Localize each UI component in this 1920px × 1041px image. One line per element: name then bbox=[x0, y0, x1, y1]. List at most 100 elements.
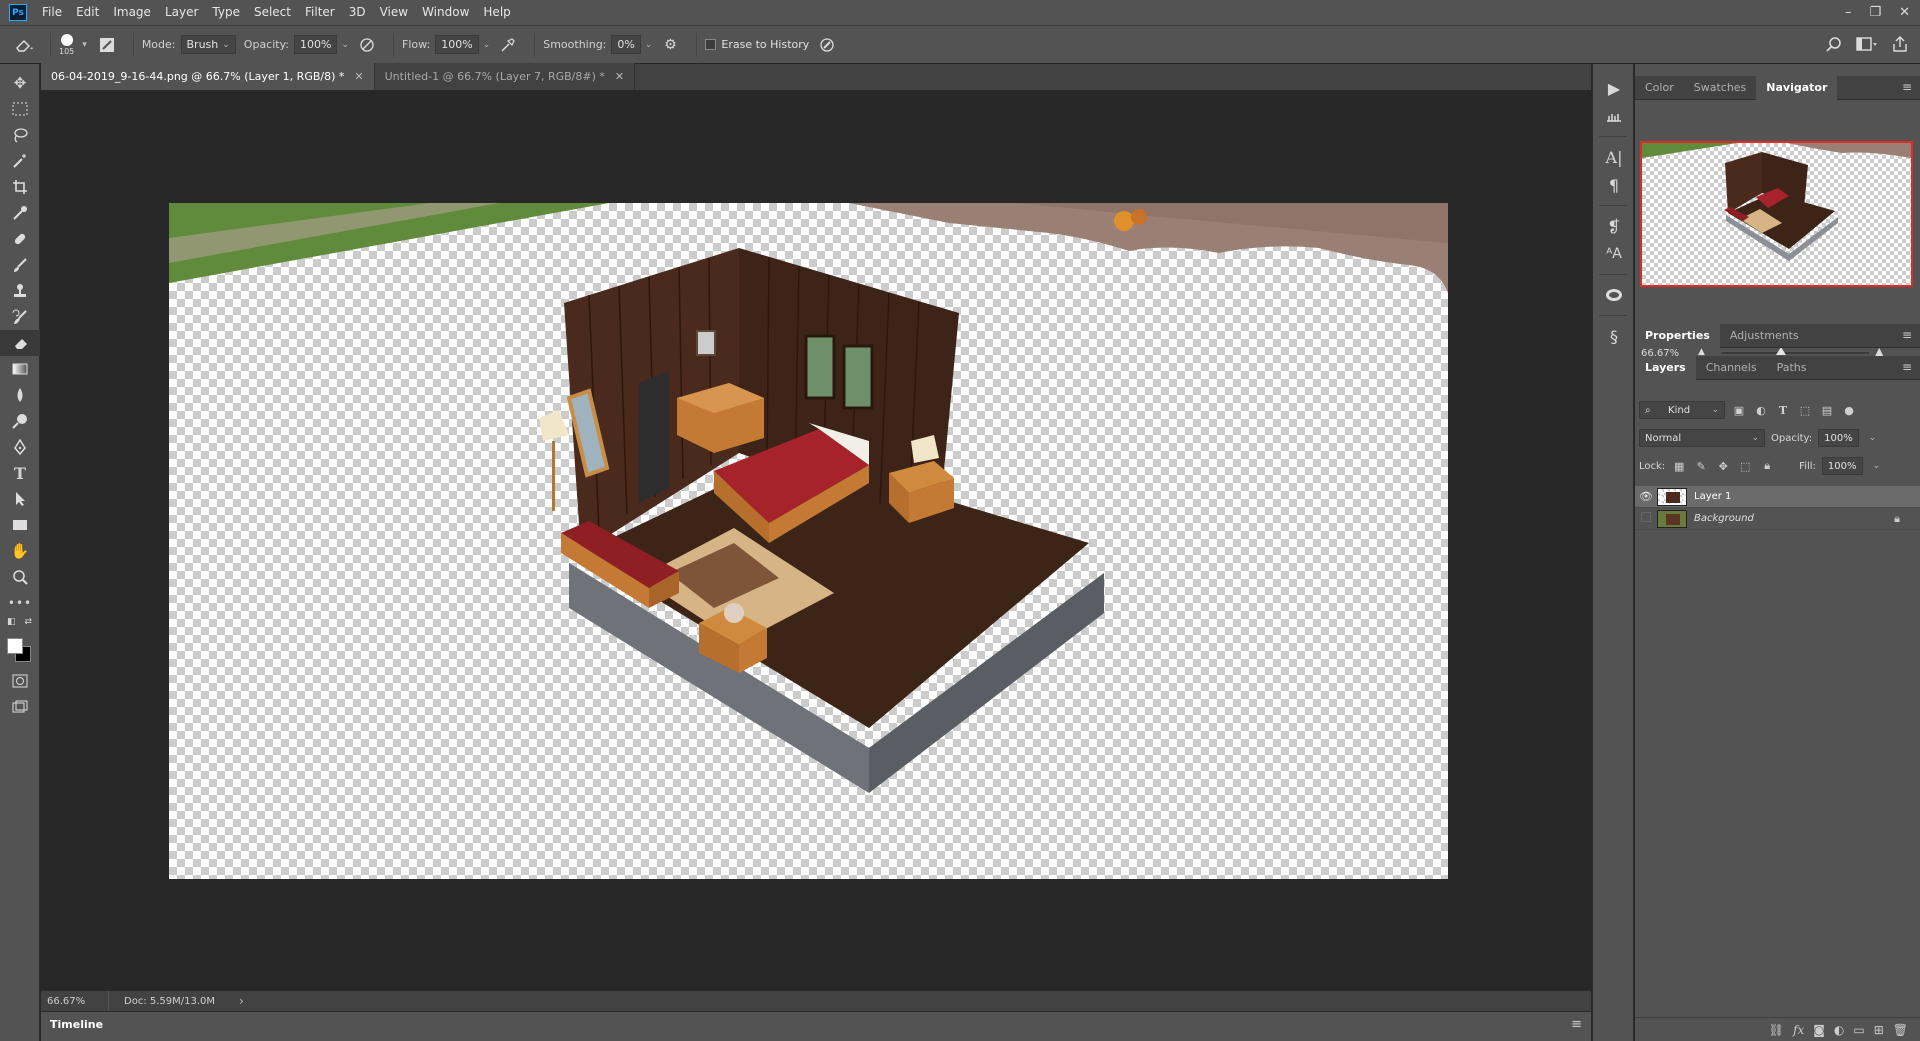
tab-adjustments[interactable]: Adjustments bbox=[1720, 324, 1809, 348]
lock-artboard-icon[interactable]: ⬚ bbox=[1737, 460, 1753, 473]
airbrush-icon[interactable] bbox=[498, 35, 518, 55]
timeline-menu-icon[interactable]: ≡ bbox=[1571, 1017, 1582, 1032]
filter-pixel-icon[interactable]: ▣ bbox=[1731, 404, 1747, 417]
clone-stamp-tool-icon[interactable] bbox=[0, 278, 40, 304]
opacity-dropdown-icon[interactable]: ⌄ bbox=[341, 40, 349, 50]
actions-play-icon[interactable]: ▶ bbox=[1593, 74, 1635, 102]
tab-properties[interactable]: Properties bbox=[1635, 323, 1720, 348]
screen-mode-icon[interactable] bbox=[0, 694, 40, 720]
smoothing-input[interactable]: 0% bbox=[611, 35, 641, 54]
lock-all-icon[interactable]: 🔒︎ bbox=[1759, 459, 1775, 473]
layer-name[interactable]: Layer 1 bbox=[1694, 491, 1731, 502]
restore-button[interactable]: ❐ bbox=[1869, 5, 1881, 20]
menu-image[interactable]: Image bbox=[106, 0, 158, 25]
pen-tool-icon[interactable] bbox=[0, 434, 40, 460]
erase-to-history-toggle[interactable]: Erase to History bbox=[705, 38, 809, 51]
filter-type-icon[interactable]: T bbox=[1775, 404, 1791, 417]
tab-paths[interactable]: Paths bbox=[1767, 356, 1817, 380]
glyphs-icon[interactable]: § bbox=[1593, 322, 1635, 350]
pressure-opacity-icon[interactable] bbox=[357, 35, 377, 55]
layer-style-fx-icon[interactable]: fx bbox=[1793, 1023, 1804, 1037]
lasso-tool-icon[interactable] bbox=[0, 122, 40, 148]
lock-transparent-icon[interactable]: ▦ bbox=[1671, 460, 1687, 473]
canvas-workspace[interactable] bbox=[41, 92, 1591, 990]
photoshop-logo[interactable]: Ps bbox=[9, 4, 27, 21]
layer-visibility-eye-icon[interactable]: 👁︎ bbox=[1635, 490, 1657, 503]
add-mask-icon[interactable]: ◙ bbox=[1813, 1023, 1825, 1037]
minimize-button[interactable]: – bbox=[1845, 5, 1852, 20]
layer-row-layer-1[interactable]: 👁︎ Layer 1 bbox=[1635, 486, 1920, 508]
zoom-level-field[interactable]: 66.67% bbox=[41, 990, 109, 1012]
close-tab-icon[interactable]: ✕ bbox=[354, 70, 363, 83]
eyedropper-tool-icon[interactable] bbox=[0, 200, 40, 226]
link-layers-icon[interactable]: ⛓︎ bbox=[1769, 1023, 1784, 1037]
menu-layer[interactable]: Layer bbox=[158, 0, 205, 25]
smoothing-settings-gear-icon[interactable]: ⚙ bbox=[660, 35, 680, 55]
document-tab-active[interactable]: 06-04-2019_9-16-44.png @ 66.7% (Layer 1,… bbox=[41, 63, 375, 90]
menu-select[interactable]: Select bbox=[247, 0, 298, 25]
lock-position-icon[interactable]: ✥ bbox=[1715, 460, 1731, 473]
default-colors-icon[interactable]: ◧ bbox=[7, 617, 16, 627]
tab-layers[interactable]: Layers bbox=[1635, 355, 1696, 380]
filter-adjustment-icon[interactable]: ◐ bbox=[1753, 404, 1769, 417]
foreground-color-swatch[interactable] bbox=[7, 638, 23, 654]
search-icon[interactable] bbox=[1826, 36, 1842, 56]
navigator-zoom-slider[interactable] bbox=[1722, 347, 1869, 355]
layer-visibility-empty-icon[interactable] bbox=[1635, 512, 1657, 525]
flow-dropdown-icon[interactable]: ⌄ bbox=[483, 40, 491, 50]
menu-view[interactable]: View bbox=[373, 0, 415, 25]
menu-file[interactable]: File bbox=[35, 0, 69, 25]
healing-brush-tool-icon[interactable] bbox=[0, 226, 40, 252]
flow-input[interactable]: 100% bbox=[435, 35, 479, 54]
quick-mask-icon[interactable] bbox=[0, 668, 40, 694]
layer-opacity-dropdown-icon[interactable]: ⌄ bbox=[1869, 433, 1877, 443]
history-brush-tool-icon[interactable] bbox=[0, 304, 40, 330]
character-styles-icon[interactable]: ᴬA bbox=[1593, 240, 1635, 268]
menu-type[interactable]: Type bbox=[205, 0, 247, 25]
paragraph-panel-icon[interactable]: ¶ bbox=[1593, 171, 1635, 199]
panel-menu-icon[interactable]: ≡ bbox=[1902, 328, 1912, 342]
panel-menu-icon[interactable]: ≡ bbox=[1902, 360, 1912, 374]
zoom-slider-handle[interactable] bbox=[1775, 347, 1786, 355]
navigator-preview[interactable] bbox=[1640, 141, 1913, 287]
tab-swatches[interactable]: Swatches bbox=[1684, 76, 1757, 100]
brush-preset-picker[interactable]: 105 bbox=[59, 33, 74, 56]
type-tool-icon[interactable]: T bbox=[0, 460, 40, 486]
new-layer-icon[interactable]: ⊞ bbox=[1874, 1023, 1884, 1037]
more-tools-icon[interactable]: ••• bbox=[0, 590, 40, 616]
menu-filter[interactable]: Filter bbox=[298, 0, 342, 25]
delete-layer-icon[interactable]: 🗑︎ bbox=[1893, 1023, 1908, 1037]
eraser-preset-icon[interactable] bbox=[14, 35, 34, 55]
filter-smart-object-icon[interactable]: ▤ bbox=[1819, 404, 1835, 417]
menu-window[interactable]: Window bbox=[415, 0, 476, 25]
fill-dropdown-icon[interactable]: ⌄ bbox=[1873, 461, 1881, 471]
mode-select[interactable]: Brush ⌄ bbox=[180, 35, 236, 54]
tab-channels[interactable]: Channels bbox=[1696, 356, 1767, 380]
crop-tool-icon[interactable] bbox=[0, 174, 40, 200]
zoom-tool-icon[interactable] bbox=[0, 564, 40, 590]
filter-shape-icon[interactable]: ⬚ bbox=[1797, 404, 1813, 417]
swap-colors-icon[interactable]: ⇄ bbox=[24, 617, 32, 627]
blur-tool-icon[interactable] bbox=[0, 382, 40, 408]
timeline-tab[interactable]: Timeline bbox=[41, 1012, 113, 1036]
tab-navigator[interactable]: Navigator bbox=[1756, 75, 1838, 100]
smoothing-dropdown-icon[interactable]: ⌄ bbox=[645, 40, 653, 50]
menu-edit[interactable]: Edit bbox=[69, 0, 106, 25]
brush-settings-icon[interactable] bbox=[97, 35, 117, 55]
fill-input[interactable]: 100% bbox=[1821, 457, 1863, 475]
menu-3d[interactable]: 3D bbox=[342, 0, 373, 25]
opacity-input[interactable]: 100% bbox=[294, 35, 338, 54]
history-icon[interactable] bbox=[1593, 102, 1635, 130]
share-icon[interactable] bbox=[1892, 35, 1908, 56]
new-group-icon[interactable]: ▭ bbox=[1853, 1023, 1864, 1037]
eraser-tool-icon[interactable] bbox=[0, 330, 40, 356]
layer-opacity-input[interactable]: 100% bbox=[1818, 429, 1859, 447]
marquee-tool-icon[interactable] bbox=[0, 96, 40, 122]
magic-wand-tool-icon[interactable] bbox=[0, 148, 40, 174]
pressure-size-icon[interactable] bbox=[817, 35, 837, 55]
document-tab-inactive[interactable]: Untitled-1 @ 66.7% (Layer 7, RGB/8#) * ✕ bbox=[374, 63, 636, 90]
move-tool-icon[interactable]: ✥ bbox=[0, 70, 40, 96]
lock-image-pixels-icon[interactable]: ✎ bbox=[1693, 460, 1709, 473]
blend-mode-select[interactable]: Normal ⌄ bbox=[1639, 429, 1765, 447]
dodge-tool-icon[interactable] bbox=[0, 408, 40, 434]
